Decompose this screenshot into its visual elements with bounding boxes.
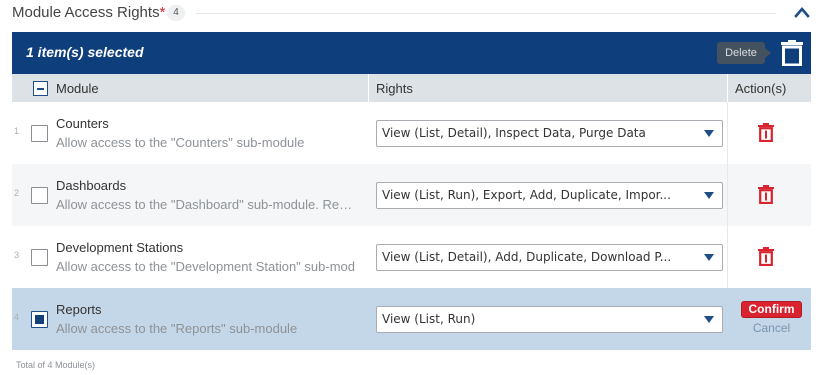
confirm-button[interactable]: Confirm <box>741 301 802 318</box>
row-delete-trash-icon[interactable] <box>758 247 774 266</box>
caret-down-icon <box>704 254 714 261</box>
total-count-text: Total of 4 Module(s) <box>16 360 96 370</box>
column-header-actions: Action(s) <box>735 81 787 96</box>
rights-dropdown[interactable]: View (List, Detail), Inspect Data, Purge… <box>376 120 723 147</box>
table-row[interactable]: 3 Development Stations Allow access to t… <box>12 226 811 288</box>
row-number: 3 <box>13 250 19 260</box>
module-description: Allow access to the "Counters" sub-modul… <box>56 135 305 150</box>
column-divider <box>727 226 728 288</box>
row-checkbox[interactable] <box>31 187 48 204</box>
table-header: Module Rights Action(s) <box>12 74 811 102</box>
rights-selected-value: View (List, Detail), Add, Duplicate, Dow… <box>382 250 672 264</box>
module-description: Allow access to the "Dashboard" sub-modu… <box>56 197 356 212</box>
chevron-up-icon[interactable] <box>793 5 811 19</box>
caret-down-icon <box>704 316 714 323</box>
selection-count-text: 1 item(s) selected <box>26 44 144 60</box>
column-divider <box>727 102 728 164</box>
bulk-delete-trash-icon[interactable] <box>781 40 803 66</box>
row-checkbox-checked[interactable] <box>31 311 48 328</box>
rights-selected-value: View (List, Run), Export, Add, Duplicate… <box>382 188 671 202</box>
caret-down-icon <box>704 192 714 199</box>
module-name: Dashboards <box>56 178 127 193</box>
row-delete-trash-icon[interactable] <box>758 185 774 204</box>
column-divider <box>727 164 728 226</box>
row-delete-trash-icon[interactable] <box>758 123 774 142</box>
table-row-selected[interactable]: 4 Reports Allow access to the "Reports" … <box>12 288 811 350</box>
module-name: Reports <box>56 302 102 317</box>
rights-dropdown[interactable]: View (List, Run) <box>376 306 723 333</box>
module-name: Counters <box>56 116 109 131</box>
rights-selected-value: View (List, Run) <box>382 312 476 326</box>
column-header-module[interactable]: Module <box>56 81 99 96</box>
select-all-checkbox[interactable] <box>33 81 48 96</box>
required-marker: * <box>159 4 166 21</box>
row-number: 4 <box>13 312 19 322</box>
module-description: Allow access to the "Reports" sub-module <box>56 321 298 336</box>
rights-selected-value: View (List, Detail), Inspect Data, Purge… <box>382 126 646 140</box>
row-checkbox[interactable] <box>31 125 48 142</box>
rights-dropdown[interactable]: View (List, Detail), Add, Duplicate, Dow… <box>376 244 723 271</box>
row-checkbox[interactable] <box>31 249 48 266</box>
section-title-text: Module Access Rights <box>12 4 160 21</box>
rights-dropdown[interactable]: View (List, Run), Export, Add, Duplicate… <box>376 182 723 209</box>
delete-tooltip: Delete <box>717 42 771 64</box>
column-divider <box>368 74 369 102</box>
module-name: Development Stations <box>56 240 184 255</box>
column-header-rights[interactable]: Rights <box>376 81 413 96</box>
row-number: 2 <box>13 188 19 198</box>
selection-bar: 1 item(s) selected Delete <box>12 32 811 74</box>
caret-down-icon <box>704 130 714 137</box>
cancel-link[interactable]: Cancel <box>741 321 802 335</box>
row-number: 1 <box>13 126 19 136</box>
header-divider <box>196 13 776 14</box>
section-header: Module Access Rights* 4 <box>0 0 819 28</box>
table-row[interactable]: 1 Counters Allow access to the "Counters… <box>12 102 811 164</box>
table-row[interactable]: 2 Dashboards Allow access to the "Dashbo… <box>12 164 811 226</box>
count-badge: 4 <box>167 5 185 21</box>
module-description: Allow access to the "Development Station… <box>56 259 355 274</box>
section-title: Module Access Rights* <box>12 4 165 21</box>
column-divider <box>727 74 728 102</box>
